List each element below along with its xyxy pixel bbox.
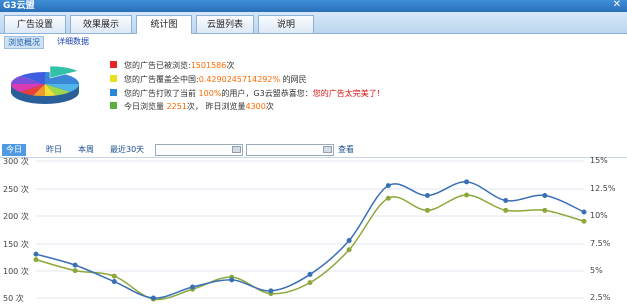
- data-point[interactable]: [346, 237, 352, 243]
- data-point[interactable]: [72, 268, 78, 274]
- data-point[interactable]: [581, 218, 587, 224]
- data-point[interactable]: [542, 207, 548, 213]
- data-point[interactable]: [542, 193, 548, 199]
- data-point[interactable]: [268, 288, 274, 294]
- data-point[interactable]: [307, 280, 313, 286]
- data-point[interactable]: [190, 284, 196, 290]
- data-point[interactable]: [111, 273, 117, 279]
- data-point[interactable]: [33, 257, 39, 263]
- data-point[interactable]: [307, 271, 313, 277]
- data-point[interactable]: [385, 183, 391, 189]
- data-point[interactable]: [229, 277, 235, 283]
- line-chart: [33, 160, 587, 302]
- data-point[interactable]: [72, 262, 78, 268]
- data-point[interactable]: [385, 195, 391, 201]
- data-point[interactable]: [33, 251, 39, 257]
- data-point[interactable]: [424, 207, 430, 213]
- data-point[interactable]: [424, 193, 430, 199]
- data-point[interactable]: [464, 179, 470, 185]
- data-point[interactable]: [503, 207, 509, 213]
- data-point[interactable]: [111, 279, 117, 285]
- data-point[interactable]: [346, 247, 352, 253]
- data-point[interactable]: [150, 295, 156, 301]
- data-point[interactable]: [503, 197, 509, 203]
- data-point[interactable]: [464, 192, 470, 198]
- data-point[interactable]: [581, 209, 587, 215]
